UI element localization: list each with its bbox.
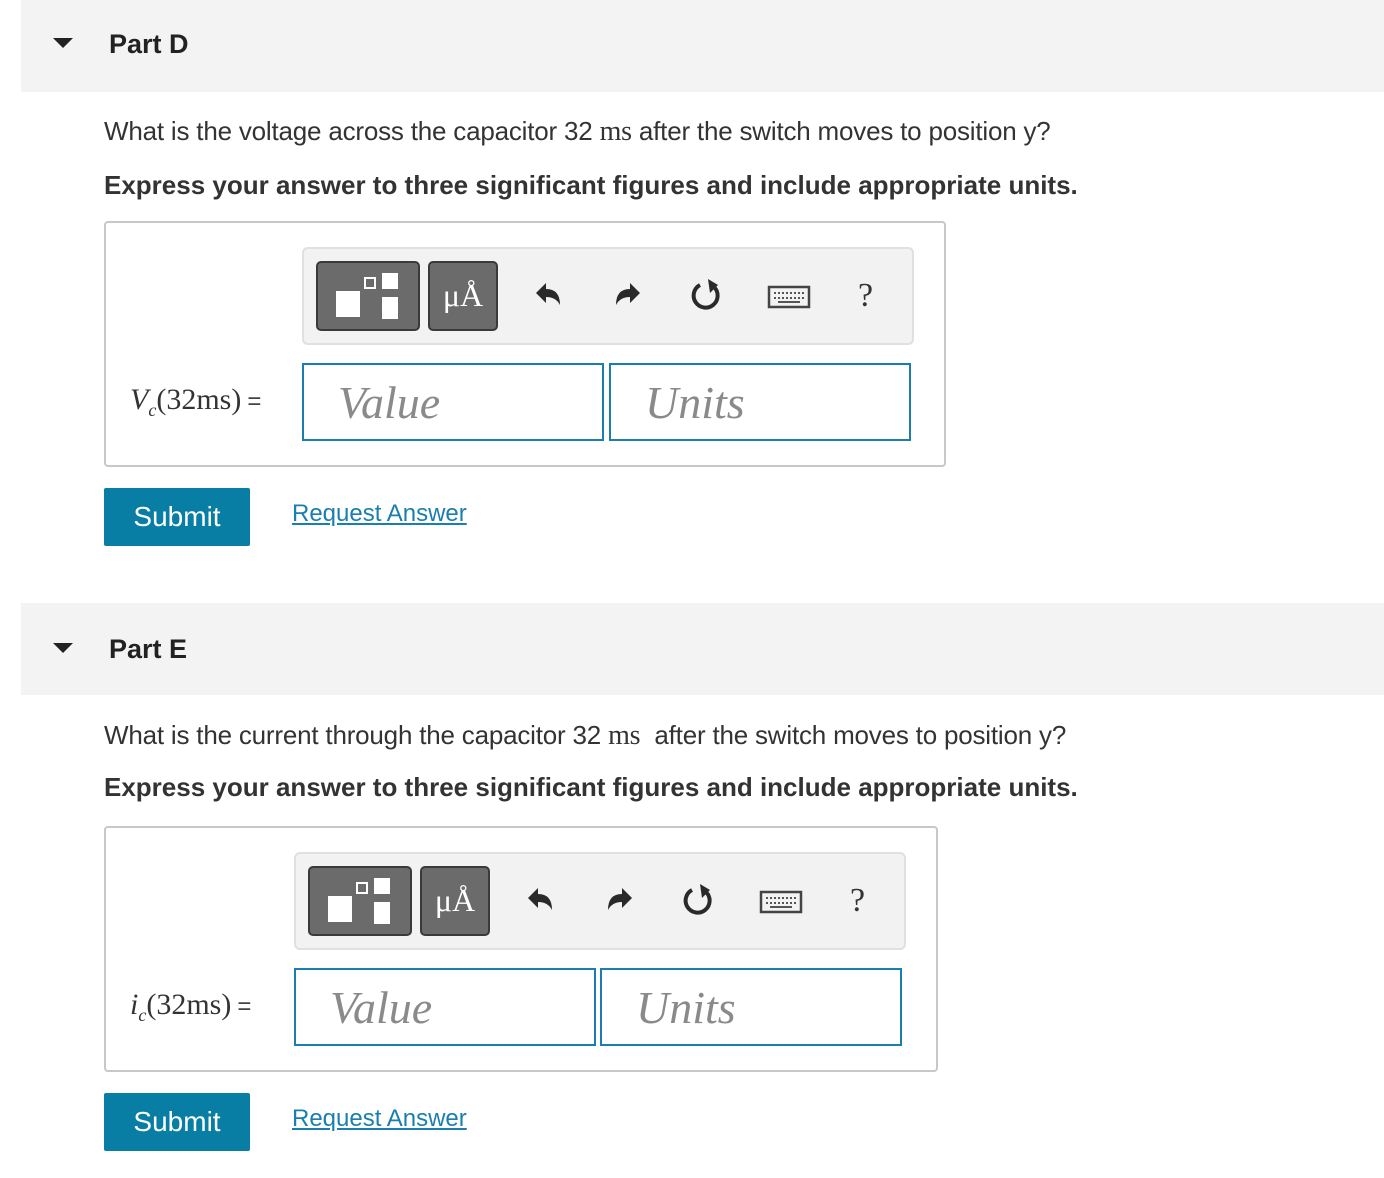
question-text: What is the voltage across the capacitor… [104, 116, 600, 146]
units-icon: μÅ [434, 882, 476, 918]
question-text-end: after the switch moves to position y? [631, 116, 1051, 146]
keyboard-icon[interactable] [758, 878, 804, 924]
equals-sign: = [247, 388, 262, 415]
math-toolbar: μÅ ? [302, 247, 914, 345]
part-d-question: What is the voltage across the capacitor… [104, 116, 1051, 148]
collapse-arrow-icon[interactable] [53, 38, 73, 48]
part-d-request-answer-link[interactable]: Request Answer [292, 500, 467, 528]
part-e-submit-button[interactable]: Submit [104, 1093, 250, 1151]
part-d-instruction: Express your answer to three significant… [104, 170, 1078, 200]
undo-icon[interactable] [528, 273, 568, 319]
part-d-header[interactable]: Part D [21, 0, 1384, 92]
part-d-submit-button[interactable]: Submit [104, 488, 250, 546]
redo-icon[interactable] [608, 273, 648, 319]
units-button[interactable]: μÅ [420, 866, 490, 936]
collapse-arrow-icon[interactable] [53, 643, 73, 653]
var-argument: (32ms) [156, 383, 242, 416]
reset-icon[interactable] [686, 273, 726, 319]
part-e-units-input[interactable] [600, 968, 902, 1046]
part-d-value-input[interactable] [302, 363, 604, 441]
help-icon[interactable]: ? [858, 277, 873, 315]
units-button[interactable]: μÅ [428, 261, 498, 331]
part-e-title: Part E [109, 634, 188, 664]
question-text-end: after the switch moves to position y? [640, 720, 1067, 750]
templates-button[interactable] [316, 261, 420, 331]
question-unit: ms [599, 116, 632, 147]
part-e-value-input[interactable] [294, 968, 596, 1046]
part-e-variable-label: ic(32ms) = [130, 988, 251, 1026]
part-e-question: What is the current through the capacito… [104, 720, 1066, 752]
reset-icon[interactable] [678, 878, 718, 924]
question-unit: ms [608, 720, 641, 751]
undo-icon[interactable] [520, 878, 560, 924]
part-e-answer-box: μÅ ? ic(32ms) = [104, 826, 938, 1072]
var-argument: (32ms) [146, 988, 232, 1021]
units-icon: μÅ [442, 277, 484, 313]
math-toolbar: μÅ ? [294, 852, 906, 950]
part-d-units-input[interactable] [609, 363, 911, 441]
help-icon[interactable]: ? [850, 882, 865, 920]
keyboard-icon[interactable] [766, 273, 812, 319]
part-d-answer-box: μÅ ? Vc(32ms) = [104, 221, 946, 467]
part-e-header[interactable]: Part E [21, 603, 1384, 695]
var-name: V [130, 383, 149, 416]
part-d-title: Part D [109, 29, 189, 59]
part-d-variable-label: Vc(32ms) = [130, 383, 261, 421]
equals-sign: = [237, 993, 252, 1020]
question-text: What is the current through the capacito… [104, 720, 609, 750]
templates-button[interactable] [308, 866, 412, 936]
part-e-request-answer-link[interactable]: Request Answer [292, 1105, 467, 1133]
redo-icon[interactable] [600, 878, 640, 924]
part-e-instruction: Express your answer to three significant… [104, 772, 1078, 802]
